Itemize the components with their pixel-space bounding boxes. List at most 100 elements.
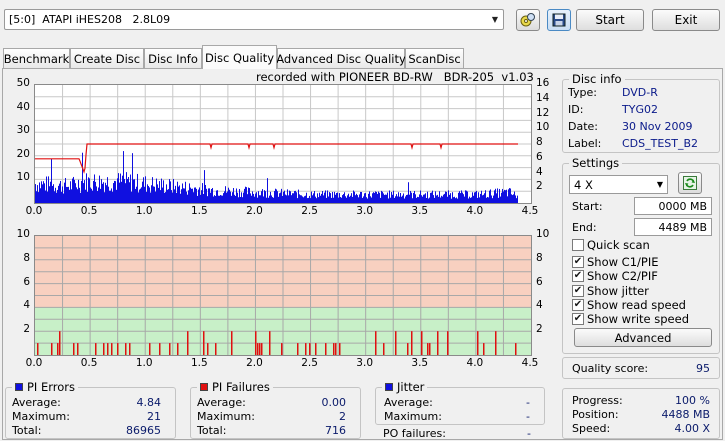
- pie-bar: [48, 176, 49, 203]
- pie-bar: [426, 197, 427, 203]
- pif-bar: [169, 343, 171, 355]
- pie-bar: [514, 191, 515, 203]
- tab-disc-info[interactable]: Disc Info: [144, 48, 202, 68]
- pie-bar: [110, 190, 111, 203]
- pie-bar: [280, 192, 281, 203]
- tab-disc-quality[interactable]: Disc Quality: [202, 45, 277, 69]
- pie-bar: [370, 196, 371, 203]
- y2-tick-label: 6: [536, 275, 543, 288]
- drive-properties-button[interactable]: [516, 9, 540, 31]
- pie-bar: [389, 190, 390, 203]
- x-tick-label: 4.0: [466, 205, 484, 217]
- jitter-average-label: Average:: [384, 396, 433, 409]
- pie-bar: [90, 187, 91, 203]
- show-read-speed-checkbox[interactable]: ✔ Show read speed: [572, 298, 686, 312]
- pie-bar: [175, 185, 176, 203]
- pie-bar: [87, 191, 88, 203]
- chevron-down-icon[interactable]: ▼: [653, 180, 667, 189]
- pie-bar: [161, 178, 162, 203]
- pie-bar: [91, 188, 92, 203]
- pie-bar: [112, 191, 113, 203]
- disc-type-label: Type:: [568, 86, 597, 99]
- pif-bar: [257, 343, 259, 355]
- pie-bar: [337, 192, 338, 203]
- pie-bar: [271, 195, 272, 203]
- pie-bar: [494, 190, 495, 203]
- pie-bar: [485, 190, 486, 203]
- pie-bar: [108, 186, 109, 203]
- pie-bar: [360, 191, 361, 203]
- pie-bar: [327, 190, 328, 203]
- save-button[interactable]: [547, 9, 571, 31]
- disc-info-icon: [520, 13, 535, 27]
- pie-bar: [495, 188, 496, 203]
- pie-bar: [358, 197, 359, 203]
- show-c1-checkbox[interactable]: ✔ Show C1/PIE: [572, 255, 659, 269]
- pie-bar: [93, 180, 94, 203]
- y-tick-label: 2: [23, 323, 30, 336]
- y-tick-label: 10: [16, 171, 30, 184]
- show-write-speed-checkbox[interactable]: ✔ Show write speed: [572, 312, 689, 326]
- start-field[interactable]: 0000 MB: [634, 197, 712, 215]
- pie-bar: [201, 190, 202, 203]
- pie-bar: [320, 195, 321, 203]
- pie-bar: [279, 193, 280, 203]
- end-field[interactable]: 4489 MB: [634, 218, 712, 236]
- show-jitter-checkbox[interactable]: ✔ Show jitter: [572, 284, 649, 298]
- x-tick-label: 2.0: [246, 357, 263, 369]
- pie-bar: [214, 195, 215, 203]
- pif-bar: [281, 343, 283, 355]
- pie-bar: [284, 190, 285, 203]
- pie-bar: [471, 197, 472, 203]
- advanced-button[interactable]: Advanced: [574, 328, 712, 347]
- show-c2-checkbox[interactable]: ✔ Show C2/PIF: [572, 269, 658, 283]
- pie-bar: [77, 189, 78, 203]
- speed-select[interactable]: 4 X ▼: [569, 175, 668, 194]
- pif-bar: [149, 343, 151, 355]
- pie-bar: [489, 190, 490, 203]
- y2-tick-label: 8: [536, 136, 543, 148]
- pif-bar: [325, 343, 327, 355]
- pie-bar: [156, 178, 157, 203]
- pie-bar: [307, 198, 308, 203]
- pie-bar: [84, 180, 85, 203]
- pie-bar: [300, 195, 301, 203]
- tab-benchmark[interactable]: Benchmark: [3, 48, 70, 68]
- pie-bar: [105, 182, 106, 203]
- pif-bar: [333, 343, 335, 355]
- tab-create-disc[interactable]: Create Disc: [70, 48, 144, 68]
- pie-bar: [121, 181, 122, 203]
- tab-scandisc[interactable]: ScanDisc: [405, 48, 464, 68]
- drive-select[interactable]: [5:0] ATAPI iHES208 2.8L09 ▼: [4, 9, 504, 30]
- pie-bar: [377, 193, 378, 203]
- pi-failures-title: PI Failures: [197, 380, 273, 394]
- pie-bar: [270, 191, 271, 203]
- pie-bar: [379, 192, 380, 203]
- pie-bar: [288, 195, 289, 203]
- pie-bar: [319, 192, 320, 203]
- exit-button[interactable]: Exit: [652, 9, 720, 31]
- pie-bar: [418, 197, 419, 203]
- quick-scan-checkbox[interactable]: Quick scan: [572, 238, 650, 252]
- pie-bar: [40, 188, 41, 203]
- pie-bar: [145, 176, 146, 203]
- pie-bar: [479, 197, 480, 203]
- pie-bar: [44, 183, 45, 203]
- pie-bar: [334, 191, 335, 203]
- pie-bar: [294, 191, 295, 203]
- y2-tick-label: 6: [536, 150, 543, 163]
- tab-advanced-disc-quality[interactable]: Advanced Disc Quality: [276, 48, 406, 68]
- pie-chart-svg: [35, 85, 531, 203]
- pie-bar: [350, 195, 351, 203]
- pie-bar: [499, 188, 500, 203]
- start-button[interactable]: Start: [576, 9, 644, 31]
- pie-bar: [129, 182, 130, 203]
- refresh-speed-button[interactable]: [678, 172, 702, 194]
- chevron-down-icon[interactable]: ▼: [487, 10, 503, 29]
- pie-bar: [86, 173, 87, 203]
- pie-bar: [220, 195, 221, 203]
- pie-bar: [295, 190, 296, 203]
- pif-bar: [215, 343, 217, 355]
- pie-bar: [253, 193, 254, 203]
- pie-bar: [440, 197, 441, 203]
